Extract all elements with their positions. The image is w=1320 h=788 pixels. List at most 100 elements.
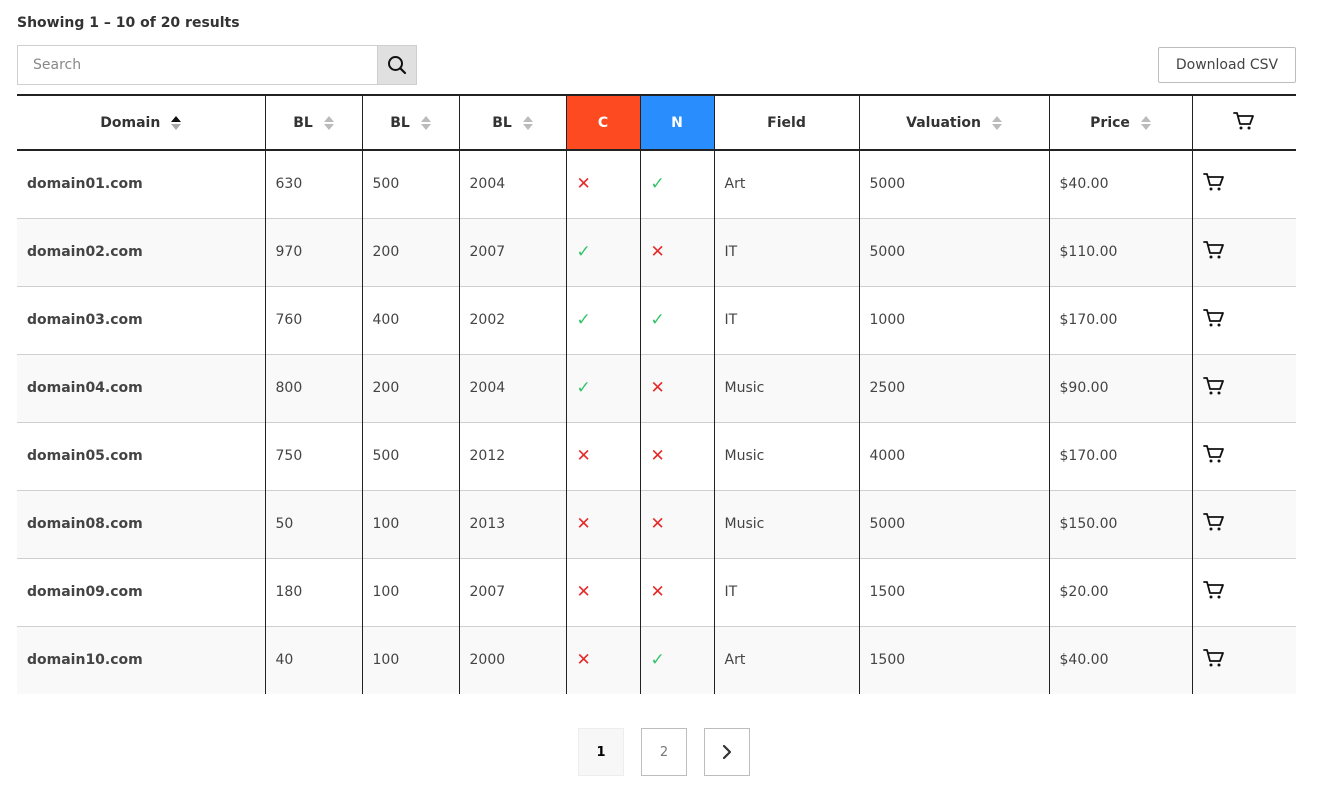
search-icon: [388, 56, 407, 75]
sort-icon[interactable]: [991, 115, 1002, 131]
add-to-cart-icon[interactable]: [1202, 240, 1225, 260]
add-to-cart-cell: [1191, 626, 1296, 694]
price-cell: $110.00: [1048, 218, 1192, 286]
bl3-cell: 2000: [458, 626, 566, 694]
bl1-cell: 630: [264, 150, 362, 218]
c-cell: ✕: [565, 150, 640, 218]
n-cross-icon: ✕: [650, 242, 665, 262]
domains-table: Domain BL BL BL C N Field Valuation Pric…: [17, 94, 1296, 694]
valuation-cell: 5000: [858, 490, 1049, 558]
add-to-cart-cell: [1191, 218, 1296, 286]
sort-icon[interactable]: [420, 115, 431, 131]
pagination: 1 2: [578, 728, 750, 776]
n-check-icon: ✓: [650, 174, 665, 195]
results-count: Showing 1 – 10 of 20 results: [17, 15, 240, 31]
domain-cell: domain09.com: [27, 584, 143, 600]
n-cell: ✓: [639, 626, 714, 694]
column-header-valuation[interactable]: Valuation: [858, 94, 1049, 151]
c-cross-icon: ✕: [576, 446, 591, 466]
table-row: domain10.com 40 100 2000 ✕ ✓ Art 1500 $40.00: [17, 626, 1296, 694]
bl2-cell: 100: [361, 626, 459, 694]
search-input[interactable]: [17, 45, 377, 85]
search-button[interactable]: [377, 45, 417, 85]
valuation-cell: 5000: [858, 218, 1049, 286]
table-row: domain02.com 970 200 2007 ✓ ✕ IT 5000 $110.00: [17, 218, 1296, 286]
bl1-cell: 800: [264, 354, 362, 422]
add-to-cart-icon[interactable]: [1202, 172, 1225, 192]
column-header-domain[interactable]: Domain: [17, 94, 265, 151]
bl2-cell: 100: [361, 558, 459, 626]
domain-cell: domain10.com: [27, 652, 143, 669]
sort-icon[interactable]: [1140, 115, 1151, 131]
sort-icon[interactable]: [323, 115, 334, 131]
bl2-cell: 500: [361, 422, 459, 490]
domain-cell: domain05.com: [27, 448, 143, 464]
next-page-button[interactable]: [704, 728, 750, 776]
field-cell: IT: [713, 558, 859, 626]
c-check-icon: ✓: [576, 378, 591, 398]
bl2-cell: 200: [361, 218, 459, 286]
table-row: domain09.com 180 100 2007 ✕ ✕ IT 1500 $20.00: [17, 558, 1296, 626]
bl1-cell: 970: [264, 218, 362, 286]
n-cross-icon: ✕: [650, 514, 665, 534]
n-cell: ✕: [639, 558, 714, 626]
add-to-cart-icon[interactable]: [1202, 376, 1225, 396]
page-2-button[interactable]: 2: [641, 728, 687, 776]
n-cell: ✕: [639, 354, 714, 422]
column-header-label: BL: [293, 114, 313, 131]
valuation-cell: 2500: [858, 354, 1049, 422]
domain-cell: domain01.com: [27, 176, 143, 193]
c-cell: ✓: [565, 354, 640, 422]
n-check-icon: ✓: [650, 650, 665, 671]
n-cell: ✕: [639, 490, 714, 558]
add-to-cart-cell: [1191, 286, 1296, 354]
n-cell: ✓: [639, 286, 714, 354]
n-cross-icon: ✕: [650, 582, 665, 602]
add-to-cart-icon[interactable]: [1202, 648, 1225, 668]
add-to-cart-cell: [1191, 490, 1296, 558]
table-row: domain03.com 760 400 2002 ✓ ✓ IT 1000 $170.00: [17, 286, 1296, 354]
n-check-icon: ✓: [650, 310, 665, 330]
sort-ascending-icon[interactable]: [171, 115, 182, 131]
add-to-cart-icon[interactable]: [1202, 308, 1225, 328]
bl2-cell: 100: [361, 490, 459, 558]
price-cell: $170.00: [1048, 422, 1192, 490]
column-header-bl-3[interactable]: BL: [458, 94, 566, 151]
domain-cell: domain03.com: [27, 312, 143, 328]
page-1-button[interactable]: 1: [578, 728, 624, 776]
valuation-cell: 1500: [858, 558, 1049, 626]
field-cell: IT: [713, 218, 859, 286]
bl3-cell: 2007: [458, 558, 566, 626]
column-header-bl-1[interactable]: BL: [264, 94, 362, 151]
add-to-cart-icon[interactable]: [1202, 580, 1225, 600]
add-to-cart-icon[interactable]: [1202, 444, 1225, 464]
column-header-bl-2[interactable]: BL: [361, 94, 459, 151]
sort-icon[interactable]: [522, 115, 533, 131]
price-cell: $170.00: [1048, 286, 1192, 354]
n-cross-icon: ✕: [650, 446, 665, 466]
valuation-cell: 1000: [858, 286, 1049, 354]
n-cross-icon: ✕: [650, 378, 665, 398]
add-to-cart-icon[interactable]: [1202, 512, 1225, 532]
price-cell: $40.00: [1048, 626, 1192, 694]
bl3-cell: 2002: [458, 286, 566, 354]
c-cell: ✓: [565, 286, 640, 354]
table-row: domain01.com 630 500 2004 ✕ ✓ Art 5000 $40.00: [17, 150, 1296, 218]
column-header-label: Domain: [100, 114, 161, 131]
column-header-label: Valuation: [906, 114, 981, 131]
table-row: domain05.com 750 500 2012 ✕ ✕ Music 4000 $170.00: [17, 422, 1296, 490]
search-bar: [17, 45, 417, 85]
c-cell: ✕: [565, 558, 640, 626]
bl1-cell: 50: [264, 490, 362, 558]
field-cell: Art: [713, 626, 859, 694]
add-to-cart-cell: [1191, 558, 1296, 626]
n-cell: ✕: [639, 422, 714, 490]
download-csv-button[interactable]: Download CSV: [1158, 47, 1296, 83]
add-to-cart-cell: [1191, 354, 1296, 422]
chevron-right-icon: [722, 744, 732, 760]
column-header-cart: [1191, 94, 1296, 151]
column-header-price[interactable]: Price: [1048, 94, 1192, 151]
n-cell: ✕: [639, 218, 714, 286]
price-cell: $150.00: [1048, 490, 1192, 558]
field-cell: Art: [713, 150, 859, 218]
